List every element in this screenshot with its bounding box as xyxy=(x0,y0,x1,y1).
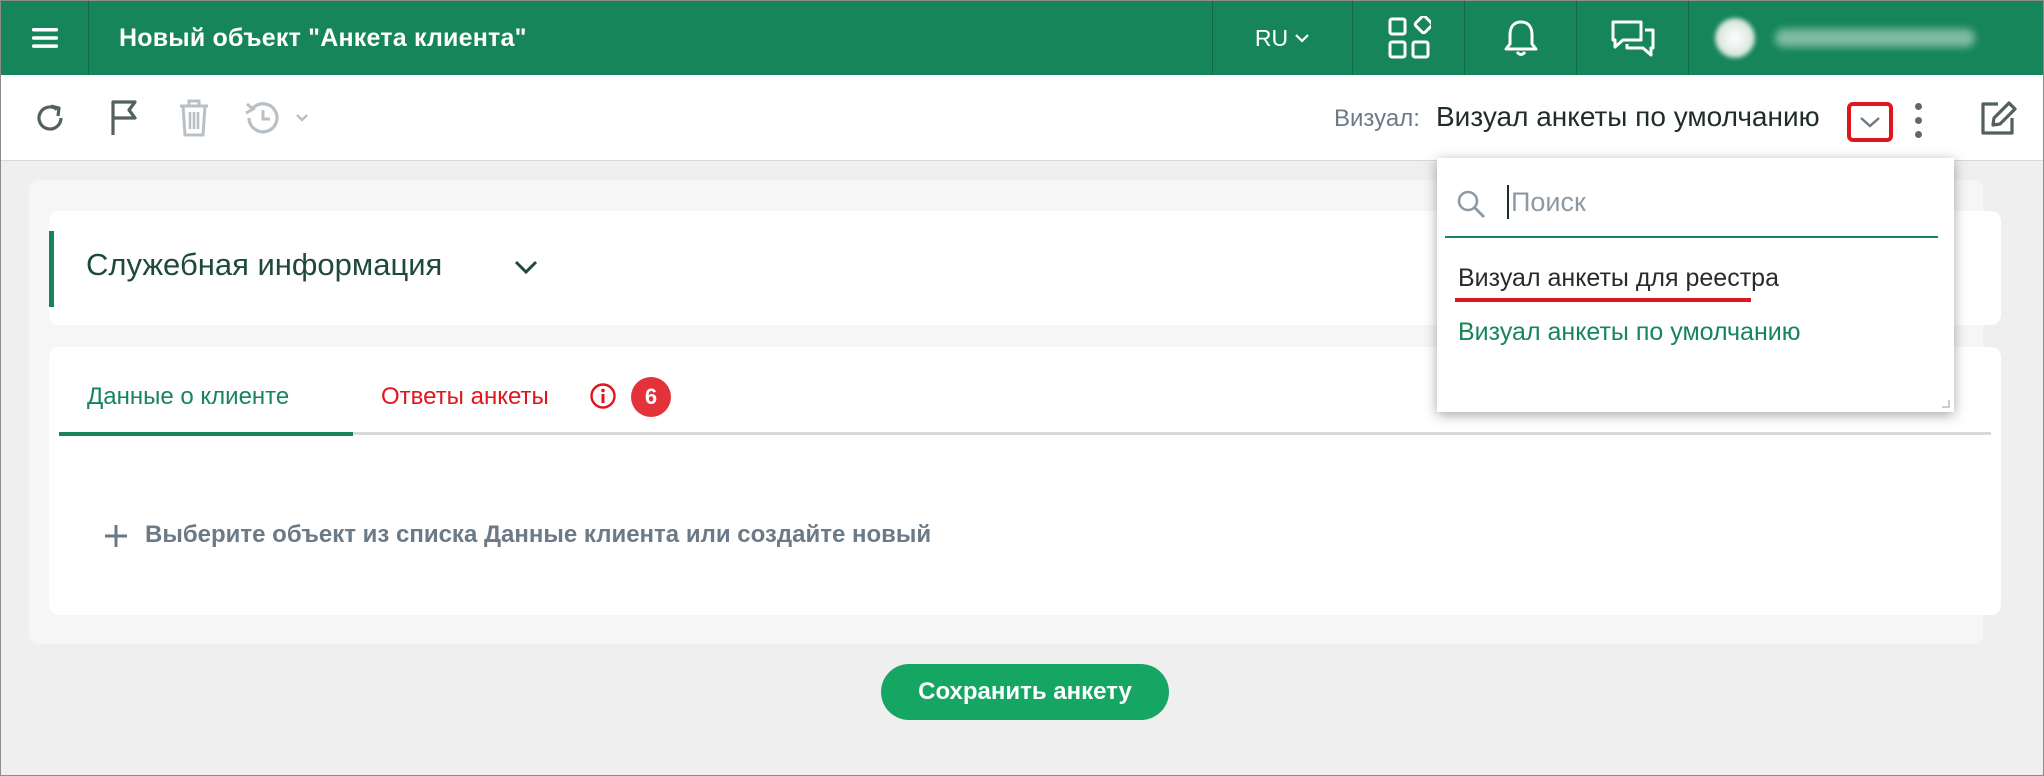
kebab-dot-icon xyxy=(1914,102,1922,110)
trash-icon xyxy=(180,99,208,137)
kebab-dot-icon xyxy=(1914,130,1922,138)
visual-dropdown-toggle[interactable] xyxy=(1847,102,1893,142)
flag-icon xyxy=(111,100,137,135)
edit-icon xyxy=(1981,101,2017,135)
highlight-underline xyxy=(1455,298,1751,302)
kebab-dot-icon xyxy=(1914,116,1922,124)
history-icon xyxy=(245,102,308,134)
chat-icon xyxy=(1611,20,1654,57)
apps-button[interactable] xyxy=(1353,1,1465,75)
status-badge: 6 xyxy=(631,377,671,417)
history-button[interactable] xyxy=(241,95,315,141)
plus-icon[interactable] xyxy=(103,523,129,549)
bell-icon xyxy=(1504,20,1537,56)
flag-button[interactable] xyxy=(101,95,147,141)
refresh-icon xyxy=(37,104,63,131)
app-window: Новый объект "Анкета клиента" RU Визуал:… xyxy=(0,0,2044,776)
search-icon xyxy=(1457,190,1485,218)
info-alert-icon xyxy=(590,383,616,409)
visual-value[interactable]: Визуал анкеты по умолчанию xyxy=(1436,101,1820,133)
visual-label: Визуал: xyxy=(1334,105,1420,132)
language-selector[interactable]: RU xyxy=(1213,1,1353,75)
menu-button[interactable] xyxy=(1,1,89,75)
language-label: RU xyxy=(1254,24,1289,51)
top-bar: Новый объект "Анкета клиента" RU xyxy=(1,1,2043,75)
text-cursor xyxy=(1507,185,1509,219)
notifications-button[interactable] xyxy=(1465,1,1577,75)
chevron-down-icon[interactable] xyxy=(513,257,539,277)
more-options-button[interactable] xyxy=(1903,97,1933,143)
toolbar: Визуал: Визуал анкеты по умолчанию xyxy=(1,75,2043,161)
edit-button[interactable] xyxy=(1975,95,2021,141)
chevron-down-icon xyxy=(1860,117,1880,128)
section-title[interactable]: Служебная информация xyxy=(86,247,442,283)
resize-handle-icon[interactable] xyxy=(1938,396,1950,408)
add-object-hint[interactable]: Выберите объект из списка Данные клиента… xyxy=(145,521,931,549)
page-title: Новый объект "Анкета клиента" xyxy=(89,1,1213,75)
dropdown-option-selected[interactable]: Визуал анкеты по умолчанию xyxy=(1458,318,1800,347)
tab-client-data[interactable]: Данные о клиенте xyxy=(87,383,289,411)
delete-button[interactable] xyxy=(171,95,217,141)
visual-dropdown-menu: Визуал анкеты для реестра Визуал анкеты … xyxy=(1437,158,1954,412)
apps-grid-icon xyxy=(1388,16,1431,59)
user-name-blurred xyxy=(1775,29,1975,47)
hamburger-icon xyxy=(31,28,58,48)
refresh-button[interactable] xyxy=(27,95,73,141)
chat-button[interactable] xyxy=(1577,1,1689,75)
active-tab-indicator xyxy=(59,432,353,436)
search-underline xyxy=(1445,236,1938,238)
section-accent-bar xyxy=(49,231,54,307)
save-survey-button[interactable]: Сохранить анкету xyxy=(881,664,1169,720)
user-menu[interactable] xyxy=(1689,1,2043,75)
chevron-down-icon xyxy=(1295,34,1309,43)
search-input[interactable] xyxy=(1511,182,1931,222)
tab-survey-answers[interactable]: Ответы анкеты xyxy=(381,383,549,411)
dropdown-option[interactable]: Визуал анкеты для реестра xyxy=(1458,264,1779,293)
avatar xyxy=(1715,18,1755,58)
